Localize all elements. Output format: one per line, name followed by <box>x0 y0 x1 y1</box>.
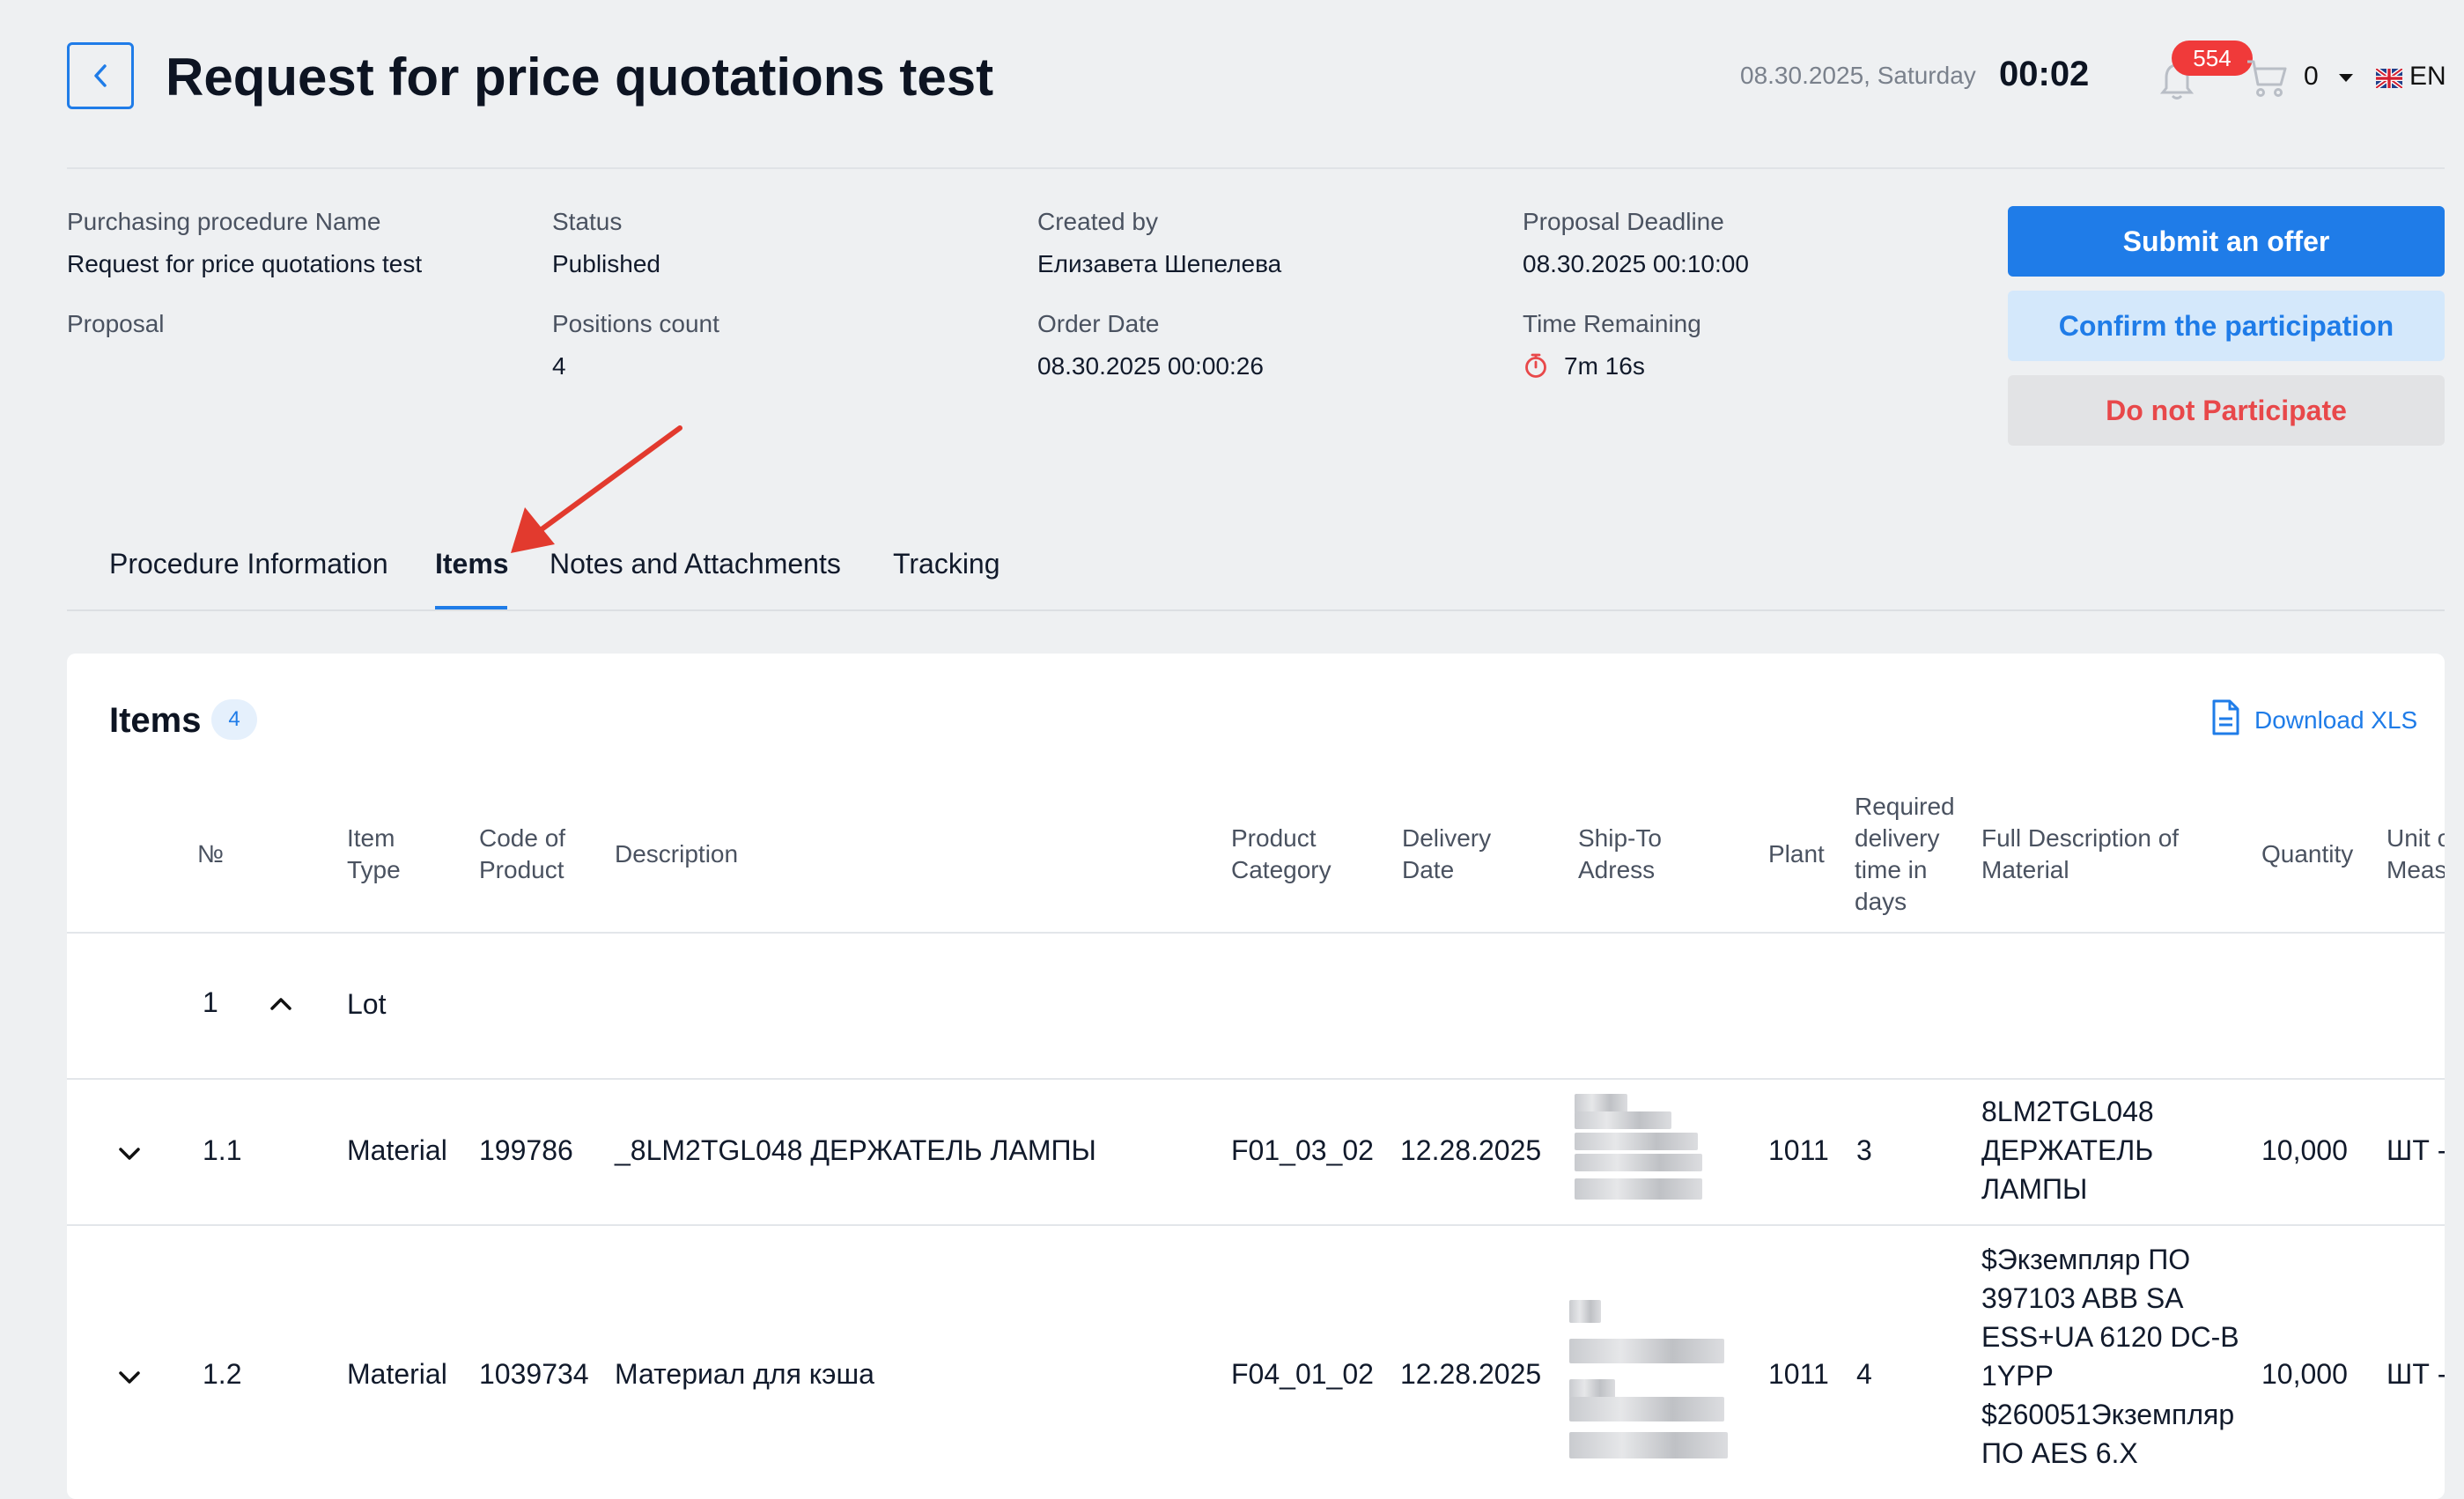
item-full-description: 8LM2TGL048 ДЕРЖАТЕЛЬ ЛАМПЫ <box>1981 1096 2154 1205</box>
item-full-description: $Экземпляр ПО 397103 ABB SA ESS+UA 6120 … <box>1981 1244 2239 1469</box>
cart-count: 0 <box>2304 62 2319 91</box>
item-category: F04_01_02 <box>1231 1358 1374 1390</box>
item-type: Material <box>347 1358 447 1390</box>
header-divider <box>67 167 2445 169</box>
submit-offer-button[interactable]: Submit an offer <box>2008 206 2445 277</box>
items-card: Items 4 Download XLS № Item Type Code of… <box>67 654 2445 1499</box>
positions-count-value: 4 <box>552 352 566 380</box>
lot-number: 1 <box>203 986 218 1018</box>
col-item-type[interactable]: Item Type <box>347 823 426 886</box>
item-delivery-days: 4 <box>1856 1358 1872 1390</box>
stopwatch-icon <box>1525 353 1546 378</box>
download-xls-link[interactable]: Download XLS <box>2254 706 2417 735</box>
item-code: 199786 <box>479 1134 573 1166</box>
col-quantity[interactable]: Quantity <box>2261 838 2353 870</box>
item-delivery-date: 12.28.2025 <box>1400 1358 1542 1390</box>
time-remaining-label: Time Remaining <box>1523 310 1701 337</box>
tab-procedure-information[interactable]: Procedure Information <box>109 548 388 580</box>
item-quantity: 10,000 <box>2261 1358 2348 1390</box>
item-plant: 1011 <box>1768 1358 1829 1390</box>
ship-to-address-redacted <box>1575 1094 1707 1208</box>
cart-icon[interactable] <box>2246 58 2288 99</box>
col-code-of-product[interactable]: Code of Product <box>479 823 594 886</box>
header-row-divider <box>67 932 2445 934</box>
chevron-down-icon[interactable] <box>118 1370 141 1385</box>
order-date-label: Order Date <box>1037 310 1160 337</box>
active-tab-indicator <box>435 606 507 609</box>
col-delivery-date[interactable]: Delivery Date <box>1402 823 1499 886</box>
item-unit: ШТ - <box>2387 1134 2445 1166</box>
item-category: F01_03_02 <box>1231 1134 1374 1166</box>
proposal-deadline-label: Proposal Deadline <box>1523 208 1724 235</box>
confirm-participation-button[interactable]: Confirm the participation <box>2008 291 2445 361</box>
procedure-name-value: Request for price quotations test <box>67 250 423 277</box>
proposal-deadline-value: 08.30.2025 00:10:00 <box>1523 250 1749 277</box>
col-plant[interactable]: Plant <box>1768 838 1825 870</box>
status-value: Published <box>552 250 660 277</box>
time-remaining-value: 7m 16s <box>1564 352 1645 380</box>
item-description: _8LM2TGL048 ДЕРЖАТЕЛЬ ЛАМПЫ <box>615 1134 1096 1166</box>
item-plant: 1011 <box>1768 1134 1829 1166</box>
col-number[interactable]: № <box>197 838 224 870</box>
created-by-label: Created by <box>1037 208 1158 235</box>
lot-type: Lot <box>347 988 387 1020</box>
status-label: Status <box>552 208 623 235</box>
order-date-value: 08.30.2025 00:00:26 <box>1037 352 1264 380</box>
col-product-category[interactable]: Product Category <box>1231 823 1363 886</box>
item-type: Material <box>347 1134 447 1166</box>
col-ship-to-address[interactable]: Ship-To Adress <box>1578 823 1675 886</box>
item-delivery-days: 3 <box>1856 1134 1872 1166</box>
tabs-divider <box>67 609 2445 611</box>
item-number: 1.1 <box>203 1134 242 1166</box>
col-full-description[interactable]: Full Description of Material <box>1981 823 2202 886</box>
notification-badge[interactable]: 554 <box>2172 41 2253 76</box>
back-button[interactable] <box>67 42 134 109</box>
positions-count-label: Positions count <box>552 310 719 337</box>
table-row-divider <box>67 1078 2445 1080</box>
item-unit: ШТ - <box>2387 1358 2445 1390</box>
proposal-label: Proposal <box>67 310 165 337</box>
annotation-arrow-icon <box>511 425 682 553</box>
item-delivery-date: 12.28.2025 <box>1400 1134 1542 1166</box>
chevron-left-icon <box>94 64 107 87</box>
cart-dropdown-caret-icon[interactable] <box>2339 74 2353 82</box>
language-selector[interactable]: EN <box>2409 62 2446 92</box>
current-time: 00:02 <box>1999 55 2090 93</box>
ship-to-address-redacted <box>1569 1300 1728 1458</box>
col-description[interactable]: Description <box>615 838 738 870</box>
items-title: Items <box>109 701 202 740</box>
do-not-participate-button[interactable]: Do not Participate <box>2008 375 2445 446</box>
table-row-divider <box>67 1224 2445 1226</box>
current-date: 08.30.2025, Saturday <box>1740 62 1976 89</box>
item-number: 1.2 <box>203 1358 242 1390</box>
chevron-down-icon[interactable] <box>118 1147 141 1161</box>
items-count-badge: 4 <box>211 699 257 740</box>
item-description: Материал для кэша <box>615 1358 874 1390</box>
chevron-up-icon[interactable] <box>269 997 292 1011</box>
item-quantity: 10,000 <box>2261 1134 2348 1166</box>
col-unit-of-measure[interactable]: Unit of Meas <box>2387 823 2445 886</box>
col-required-delivery-time[interactable]: Required delivery time in days <box>1855 791 1960 918</box>
document-icon[interactable] <box>2210 699 2240 736</box>
procedure-name-label: Purchasing procedure Name <box>67 208 381 235</box>
item-code: 1039734 <box>479 1358 589 1390</box>
created-by-value: Елизавета Шепелева <box>1037 250 1282 277</box>
page-title: Request for price quotations test <box>166 48 994 107</box>
tab-tracking[interactable]: Tracking <box>893 548 1000 580</box>
uk-flag-icon <box>2376 69 2402 88</box>
